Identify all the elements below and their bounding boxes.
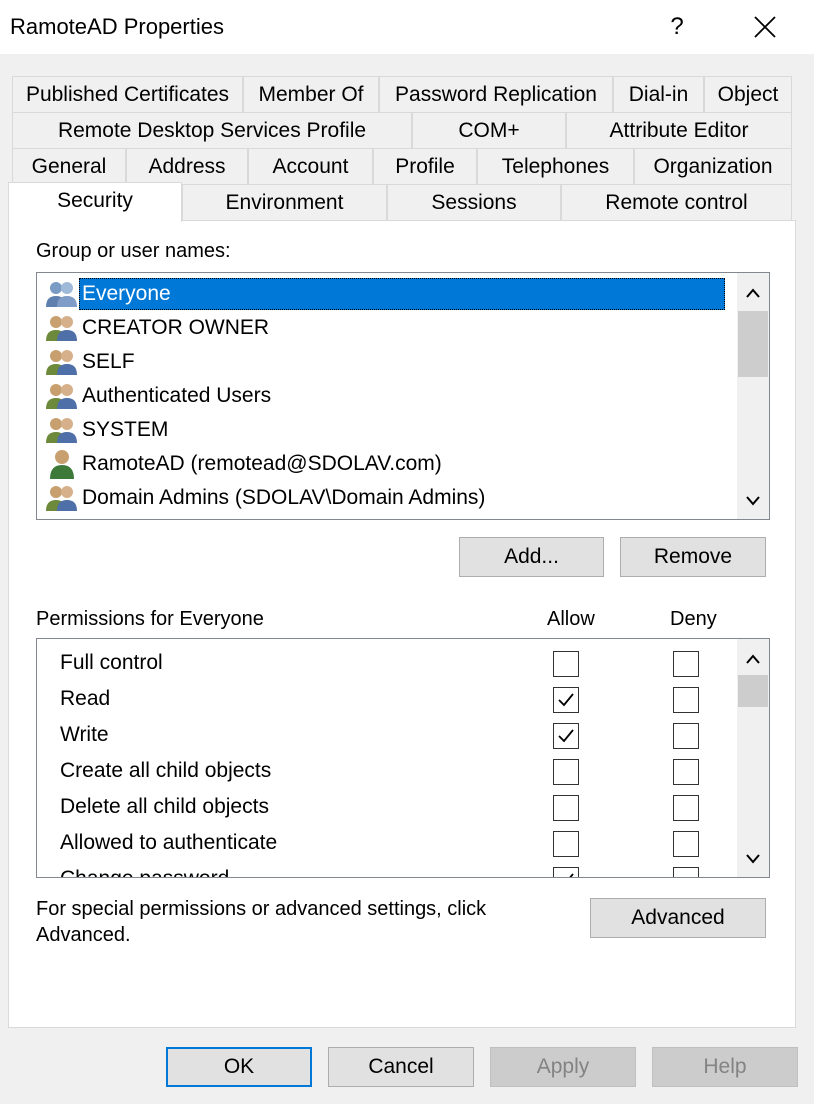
permission-name: Create all child objects — [60, 759, 272, 782]
advanced-help-text-line2: Advanced. — [36, 924, 131, 946]
group-icon — [46, 316, 77, 341]
tab-address[interactable]: Address — [126, 148, 248, 184]
permission-name: Full control — [60, 651, 163, 674]
close-icon — [754, 16, 776, 38]
user-name: Everyone — [79, 278, 725, 310]
scroll-thumb[interactable] — [738, 675, 768, 707]
advanced-help-text-line1: For special permissions or advanced sett… — [36, 898, 487, 920]
deny-checkbox[interactable] — [673, 831, 699, 857]
permission-name: Write — [60, 723, 109, 746]
close-button[interactable] — [742, 8, 788, 46]
tab-security[interactable]: Security — [8, 182, 182, 222]
group-icon — [46, 282, 77, 307]
allow-checkbox[interactable] — [553, 651, 579, 677]
tab-remote-control[interactable]: Remote control — [561, 184, 792, 220]
user-name: RamoteAD (remotead@SDOLAV.com) — [82, 452, 442, 475]
tab-password-replication[interactable]: Password Replication — [379, 76, 613, 112]
tab-published-certificates[interactable]: Published Certificates — [12, 76, 243, 112]
list-item[interactable]: Authenticated Users — [45, 379, 274, 413]
list-item[interactable]: SYSTEM — [45, 413, 171, 447]
scroll-down-button[interactable] — [737, 843, 769, 875]
scroll-up-button[interactable] — [737, 643, 769, 675]
list-item[interactable]: CREATOR OWNER — [45, 311, 272, 345]
permissions-scrollbar[interactable] — [737, 639, 769, 877]
permission-name: Delete all child objects — [60, 795, 269, 818]
scroll-thumb[interactable] — [738, 311, 768, 377]
tab-attribute-editor[interactable]: Attribute Editor — [566, 112, 792, 148]
tab-telephones[interactable]: Telephones — [477, 148, 634, 184]
group-icon — [46, 418, 77, 443]
user-name: CREATOR OWNER — [82, 316, 270, 339]
help-footer-button[interactable]: Help — [652, 1047, 798, 1087]
title-bar: RamoteAD Properties ? — [0, 0, 814, 54]
user-list-scrollbar[interactable] — [737, 273, 769, 519]
check-icon — [558, 729, 574, 743]
permission-name: Allowed to authenticate — [60, 831, 278, 854]
allow-checkbox[interactable] — [553, 831, 579, 857]
tab-environment[interactable]: Environment — [182, 184, 387, 220]
deny-checkbox[interactable] — [673, 795, 699, 821]
scroll-down-button[interactable] — [737, 485, 769, 517]
deny-checkbox[interactable] — [673, 687, 699, 713]
user-name: Domain Admins (SDOLAV\Domain Admins) — [82, 486, 486, 509]
check-icon — [569, 873, 574, 877]
tab-object[interactable]: Object — [704, 76, 792, 112]
tab-general[interactable]: General — [12, 148, 126, 184]
list-item[interactable]: Everyone — [45, 277, 725, 311]
help-button[interactable]: ? — [654, 8, 700, 46]
list-item[interactable]: SELF — [45, 345, 138, 379]
tab-com-plus[interactable]: COM+ — [412, 112, 566, 148]
tab-organization[interactable]: Organization — [634, 148, 792, 184]
list-item[interactable]: Domain Admins (SDOLAV\Domain Admins) — [45, 481, 488, 515]
scroll-up-button[interactable] — [737, 277, 769, 309]
user-name: SYSTEM — [82, 418, 169, 441]
deny-column-header: Deny — [670, 608, 717, 630]
group-icon — [46, 384, 77, 409]
tab-dial-in[interactable]: Dial-in — [613, 76, 704, 112]
cancel-button[interactable]: Cancel — [328, 1047, 474, 1087]
group-icon — [46, 486, 77, 511]
tab-sessions[interactable]: Sessions — [387, 184, 561, 220]
window-title: RamoteAD Properties — [10, 14, 224, 39]
tab-profile[interactable]: Profile — [373, 148, 477, 184]
chevron-up-icon — [746, 288, 760, 298]
apply-button[interactable]: Apply — [490, 1047, 636, 1087]
allow-checkbox[interactable] — [553, 759, 579, 785]
chevron-down-icon — [746, 854, 760, 864]
permission-name: Read — [60, 687, 111, 710]
chevron-up-icon — [746, 654, 760, 664]
advanced-button[interactable]: Advanced — [590, 898, 766, 938]
tab-account[interactable]: Account — [248, 148, 373, 184]
user-name: Authenticated Users — [82, 384, 272, 407]
deny-checkbox[interactable] — [673, 723, 699, 749]
list-item[interactable]: RamoteAD (remotead@SDOLAV.com) — [45, 447, 445, 481]
tab-member-of[interactable]: Member Of — [243, 76, 379, 112]
user-list[interactable]: Everyone CREATOR OWNER SELF Authenticate… — [36, 272, 770, 520]
allow-column-header: Allow — [547, 608, 595, 630]
chevron-down-icon — [746, 496, 760, 506]
permissions-label: Permissions for Everyone — [36, 608, 264, 630]
allow-checkbox[interactable] — [553, 723, 579, 749]
deny-checkbox[interactable] — [673, 759, 699, 785]
remove-button[interactable]: Remove — [620, 537, 766, 577]
user-name: SELF — [82, 350, 135, 373]
deny-checkbox[interactable] — [673, 867, 699, 877]
allow-checkbox[interactable] — [553, 867, 579, 877]
add-button[interactable]: Add... — [459, 537, 604, 577]
check-icon — [558, 693, 574, 707]
group-or-user-names-label: Group or user names: — [36, 240, 231, 262]
deny-checkbox[interactable] — [673, 651, 699, 677]
tab-remote-desktop-services-profile[interactable]: Remote Desktop Services Profile — [12, 112, 412, 148]
allow-checkbox[interactable] — [553, 795, 579, 821]
allow-checkbox[interactable] — [553, 687, 579, 713]
permissions-list[interactable]: Full control Read Write Create all child… — [36, 638, 770, 878]
ok-button[interactable]: OK — [166, 1047, 312, 1087]
user-icon — [50, 450, 74, 479]
permission-name: Change password — [60, 861, 229, 877]
group-icon — [46, 350, 77, 375]
